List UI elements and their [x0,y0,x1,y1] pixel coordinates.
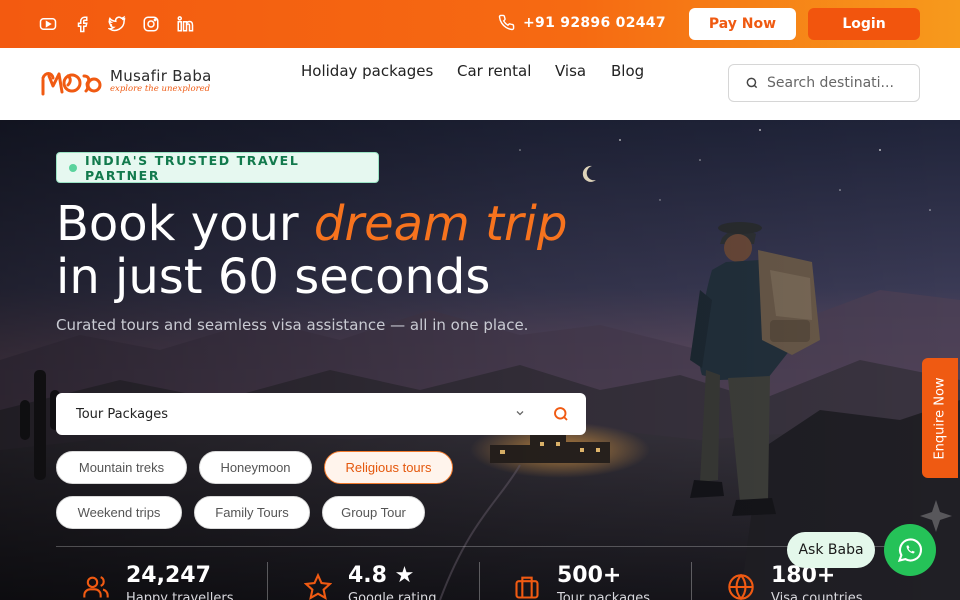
tour-type-select[interactable]: Tour Packages [56,393,586,435]
enquire-now-tab[interactable]: Enquire Now [922,358,958,478]
headline-prefix: Book your [56,196,314,252]
nav-blog[interactable]: Blog [611,62,644,80]
hero-headline: Book your dream trip in just 60 seconds [56,198,567,304]
ask-baba-bubble[interactable]: Ask Baba [787,532,875,568]
phone-number: +91 92896 02447 [523,14,666,31]
globe-icon [728,573,754,600]
hero-subtitle: Curated tours and seamless visa assistan… [56,316,529,334]
nav-car-rental[interactable]: Car rental [457,62,531,80]
stats-divider-line [56,546,906,547]
chip-weekend-trips[interactable]: Weekend trips [56,496,182,529]
phone-icon [498,14,515,31]
brand-tagline: explore the unexplored [110,84,211,94]
brand-logo[interactable]: Musafir Baba explore the unexplored [40,66,230,102]
stat-value-packages: 500+ [557,563,622,588]
stat-divider [691,562,692,600]
whatsapp-icon [897,538,923,562]
linkedin-icon[interactable] [175,14,195,34]
chip-honeymoon[interactable]: Honeymoon [199,451,312,484]
whatsapp-button[interactable] [884,524,936,576]
stat-label-travellers: Happy travellers [126,591,234,600]
search-submit-icon[interactable] [552,405,570,423]
stat-value-travellers: 24,247 [126,563,211,588]
chip-group-tour[interactable]: Group Tour [322,496,425,529]
search-box[interactable] [728,64,920,102]
chip-religious-tours[interactable]: Religious tours [324,451,453,484]
pay-now-button[interactable]: Pay Now [689,8,796,40]
musafir-baba-logo-icon [41,72,102,96]
enquire-now-label: Enquire Now [932,376,948,460]
chevron-down-icon [516,411,524,416]
badge-dot [69,163,77,172]
stat-divider [267,562,268,600]
stat-label-rating: Google rating [348,591,437,600]
headline-line2: in just 60 seconds [56,249,491,305]
chip-family-tours[interactable]: Family Tours [194,496,310,529]
instagram-icon[interactable] [141,14,161,34]
facebook-icon[interactable] [73,14,93,34]
search-icon [746,77,758,89]
briefcase-icon [515,576,539,599]
badge-text: INDIA'S TRUSTED TRAVEL PARTNER [84,152,300,183]
stat-value-rating: 4.8 ★ [348,563,415,588]
headline-accent: dream trip [313,196,568,252]
twitter-icon[interactable] [107,14,127,34]
chip-mountain-treks[interactable]: Mountain treks [56,451,187,484]
star-icon [304,573,332,600]
nav-holiday-packages[interactable]: Holiday packages [301,62,433,80]
login-button[interactable]: Login [808,8,920,40]
nav-visa[interactable]: Visa [555,62,586,80]
search-input[interactable] [767,75,907,91]
select-value: Tour Packages [76,406,169,422]
phone-contact[interactable]: +91 92896 02447 [498,14,666,31]
top-bar: +91 92896 02447 Pay Now Login [0,0,960,48]
stat-divider [479,562,480,600]
youtube-icon[interactable] [38,14,58,34]
stat-label-visa: Visa countries [771,591,863,600]
stat-label-packages: Tour packages [557,591,651,600]
trusted-partner-badge: INDIA'S TRUSTED TRAVEL PARTNER [56,152,379,183]
brand-name: Musafir Baba [110,67,212,85]
users-icon [83,576,109,598]
